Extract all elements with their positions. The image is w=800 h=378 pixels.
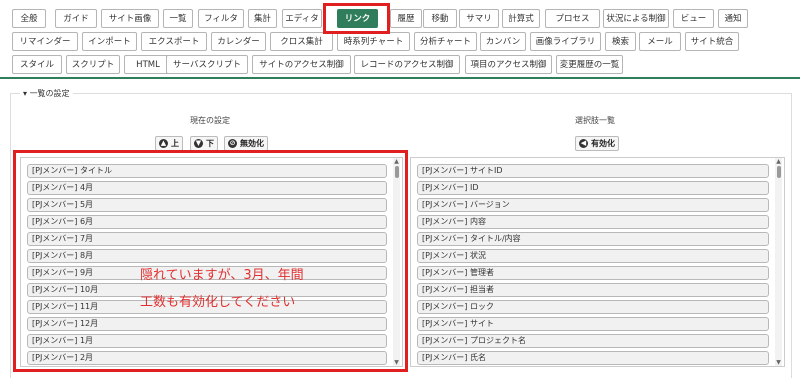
tab-16[interactable]: リマインダー [12, 32, 78, 51]
block-icon: ⊘ [228, 139, 237, 148]
move-down-button[interactable]: ▼ 下 [190, 136, 218, 151]
scroll-up-icon[interactable]: ▲ [775, 158, 782, 165]
right-list-item[interactable]: [PJメンバー] サイトID [417, 164, 769, 178]
right-list-item[interactable]: [PJメンバー] 氏名 [417, 351, 769, 365]
caret-down-icon: ▾ [23, 89, 28, 98]
left-list-item[interactable]: [PJメンバー] 1月 [27, 334, 387, 348]
tab-33[interactable]: レコードのアクセス制御 [354, 55, 460, 74]
enable-button[interactable]: ◀ 有効化 [575, 136, 619, 151]
tab-31[interactable]: サーバスクリプト [166, 55, 248, 74]
right-list-item[interactable]: [PJメンバー] 内容 [417, 215, 769, 229]
tab-18[interactable]: エクスポート [141, 32, 207, 51]
tab-9[interactable]: 移動 [423, 9, 457, 28]
tab-34[interactable]: 項目のアクセス制御 [465, 55, 552, 74]
tab-4[interactable]: フィルタ [198, 9, 244, 28]
right-list-item[interactable]: [PJメンバー] プロジェクト名 [417, 334, 769, 348]
right-list-item[interactable]: [PJメンバー] サイト [417, 317, 769, 331]
current-columns-list[interactable]: [PJメンバー] タイトル [PJメンバー] 4月 [PJメンバー] 5月 [PJメン… [20, 157, 403, 367]
right-list-item[interactable]: [PJメンバー] 状況 [417, 249, 769, 263]
section-legend-label: 一覧の設定 [29, 89, 70, 98]
options-list-title: 選択肢一覧 [575, 116, 615, 125]
left-list-item[interactable]: [PJメンバー] 6月 [27, 215, 387, 229]
tab-5[interactable]: 集計 [248, 9, 277, 28]
section-legend[interactable]: ▾ 一覧の設定 [20, 88, 73, 99]
tab-0[interactable]: 全般 [12, 9, 46, 28]
current-settings-title: 現在の設定 [190, 116, 230, 125]
tab-7[interactable]: リンク [337, 9, 378, 28]
tab-27[interactable]: サイト統合 [685, 32, 739, 51]
left-list-item[interactable]: [PJメンバー] 8月 [27, 249, 387, 263]
left-list-item[interactable]: [PJメンバー] タイトル [27, 164, 387, 178]
tab-1[interactable]: ガイド [55, 9, 97, 28]
tab-26[interactable]: メール [639, 32, 681, 51]
right-scroll-thumb[interactable] [777, 166, 781, 178]
tab-15[interactable]: 通知 [718, 9, 748, 28]
left-list-item[interactable]: [PJメンバー] 5月 [27, 198, 387, 212]
disable-label: 無効化 [240, 139, 264, 148]
tab-24[interactable]: 画像ライブラリ [530, 32, 601, 51]
left-scrollbar[interactable] [393, 158, 400, 366]
tab-32[interactable]: サイトのアクセス制御 [252, 55, 351, 74]
tab-28[interactable]: スタイル [12, 55, 62, 74]
tab-underline [0, 77, 800, 79]
tab-35[interactable]: 変更履歴の一覧 [556, 55, 623, 74]
right-list-item[interactable]: [PJメンバー] ID [417, 181, 769, 195]
annotation-line-1: 隠れていますが、3月、年間 [140, 268, 304, 283]
left-scroll-thumb[interactable] [395, 166, 399, 178]
scroll-down-icon[interactable]: ▼ [393, 359, 400, 366]
scroll-up-icon[interactable]: ▲ [393, 158, 400, 165]
left-list-item[interactable]: [PJメンバー] 7月 [27, 232, 387, 246]
tab-2[interactable]: サイト画像 [101, 9, 159, 28]
tab-30[interactable]: HTML [124, 55, 172, 74]
tab-29[interactable]: スクリプト [66, 55, 120, 74]
left-list-item[interactable]: [PJメンバー] 2月 [27, 351, 387, 365]
tab-23[interactable]: カンバン [480, 32, 526, 51]
tab-14[interactable]: ビュー [673, 9, 714, 28]
arrow-down-icon: ▼ [194, 139, 203, 148]
annotation-line-2: 工数も有効化してください [140, 295, 296, 310]
available-columns-list[interactable]: [PJメンバー] サイトID [PJメンバー] ID [PJメンバー] バージョン [… [410, 157, 785, 367]
disable-button[interactable]: ⊘ 無効化 [224, 136, 268, 151]
tab-25[interactable]: 検索 [605, 32, 636, 51]
arrow-up-icon: ▲ [159, 139, 168, 148]
tab-12[interactable]: プロセス [545, 9, 600, 28]
move-down-label: 下 [206, 139, 214, 148]
right-list-item[interactable]: [PJメンバー] ロック [417, 300, 769, 314]
tab-3[interactable]: 一覧 [163, 9, 193, 28]
scroll-down-icon[interactable]: ▼ [775, 359, 782, 366]
left-list-item[interactable]: [PJメンバー] 12月 [27, 317, 387, 331]
tab-22[interactable]: 分析チャート [414, 32, 477, 51]
tab-17[interactable]: インポート [82, 32, 137, 51]
tab-bar: 全般 ガイド サイト画像 一覧 フィルタ 集計 エディタ リンク 履歴 移動 サマリ 計算式 プロセス状… [0, 0, 800, 79]
enable-label: 有効化 [591, 139, 615, 148]
tab-19[interactable]: カレンダー [211, 32, 266, 51]
right-list-item[interactable]: [PJメンバー] 管理者 [417, 266, 769, 280]
tab-8[interactable]: 履歴 [390, 9, 422, 28]
tab-21[interactable]: 時系列チャート [337, 32, 410, 51]
tab-6[interactable]: エディタ [282, 9, 322, 28]
arrow-left-icon: ◀ [579, 139, 588, 148]
right-scrollbar[interactable] [775, 158, 782, 366]
right-list-item[interactable]: [PJメンバー] 担当者 [417, 283, 769, 297]
right-list-item[interactable]: [PJメンバー] タイトル/内容 [417, 232, 769, 246]
move-up-label: 上 [171, 139, 179, 148]
tab-10[interactable]: サマリ [459, 9, 499, 28]
tab-11[interactable]: 計算式 [502, 9, 540, 28]
left-list-item[interactable]: [PJメンバー] 4月 [27, 181, 387, 195]
move-up-button[interactable]: ▲ 上 [155, 136, 183, 151]
right-list-item[interactable]: [PJメンバー] バージョン [417, 198, 769, 212]
tab-13[interactable]: 状況による制御 [603, 9, 669, 28]
tab-20[interactable]: クロス集計 [270, 32, 333, 51]
